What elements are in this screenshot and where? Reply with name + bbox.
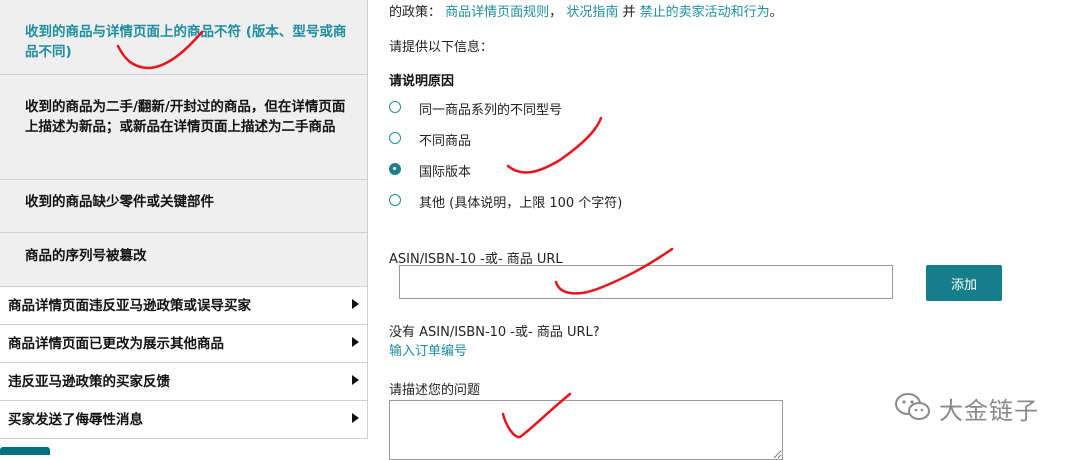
check-mark-annotation [506, 116, 603, 174]
triangle-right-icon [352, 299, 359, 309]
issue-item-mismatch[interactable]: 收到的商品与详情页面上的商品不符 (版本、型号或商品不同) [0, 0, 368, 75]
no-asin-text: 没有 ASIN/ISBN-10 -或- 商品 URL? [389, 325, 600, 340]
issue-item-used-as-new[interactable]: 收到的商品为二手/翻新/开封过的商品，但在详情页面上描述为新品；或新品在详情页面… [0, 75, 368, 180]
wechat-icon [895, 393, 930, 420]
triangle-right-icon [352, 413, 359, 423]
radio-icon[interactable] [389, 101, 401, 113]
reason-heading: 请说明原因 [389, 74, 455, 89]
asin-input[interactable] [399, 265, 893, 299]
describe-issue-label: 请描述您的问题 [389, 383, 481, 398]
triangle-right-icon [352, 375, 359, 385]
radio-label: 国际版本 [419, 165, 472, 180]
radio-icon[interactable] [389, 194, 401, 206]
detail-page-rules-link[interactable]: 商品详情页面规则 [445, 5, 549, 20]
category-item-page-changed[interactable]: 商品详情页面已更改为展示其他商品 [0, 325, 368, 363]
radio-icon[interactable] [389, 132, 401, 144]
prohibited-activities-link[interactable]: 禁止的卖家活动和行为 [640, 5, 770, 20]
enter-order-number-link[interactable]: 输入订单编号 [389, 340, 467, 359]
watermark-text: 大金链子 [939, 397, 1039, 425]
issue-item-serial-tampered[interactable]: 商品的序列号被篡改 [0, 233, 368, 287]
radio-checked-icon[interactable] [389, 163, 401, 175]
policy-separator: ， [549, 5, 563, 20]
policy-line: 的政策： 商品详情页面规则， 状况指南 并 禁止的卖家活动和行为。 [389, 1, 783, 20]
category-item-label: 商品详情页面违反亚马逊政策或误导买家 [8, 298, 251, 314]
issue-item-label: 收到的商品与详情页面上的商品不符 (版本、型号或商品不同) [25, 24, 347, 60]
category-item-abusive-message[interactable]: 买家发送了侮辱性消息 [0, 401, 368, 439]
issue-item-missing-parts[interactable]: 收到的商品缺少零件或关键部件 [0, 180, 368, 233]
issue-item-label: 收到的商品缺少零件或关键部件 [25, 194, 214, 210]
category-item-buyer-feedback[interactable]: 违反亚马逊政策的买家反馈 [0, 363, 368, 401]
triangle-right-icon [352, 337, 359, 347]
describe-issue-textarea[interactable] [389, 400, 783, 460]
left-panel: 收到的商品与详情页面上的商品不符 (版本、型号或商品不同) 收到的商品为二手/翻… [0, 0, 369, 455]
radio-label: 其他 (具体说明，上限 100 个字符) [419, 196, 623, 211]
issue-item-label: 收到的商品为二手/翻新/开封过的商品，但在详情页面上描述为新品；或新品在详情页面… [25, 99, 346, 135]
policy-and: 并 [618, 5, 640, 20]
category-item-label: 商品详情页面已更改为展示其他商品 [8, 336, 224, 352]
category-item-policy-violation[interactable]: 商品详情页面违反亚马逊政策或误导买家 [0, 287, 368, 325]
provide-info-text: 请提供以下信息： [389, 40, 494, 55]
policy-prefix: 的政策： [389, 5, 442, 20]
category-item-label: 买家发送了侮辱性消息 [8, 412, 143, 428]
condition-guidelines-link[interactable]: 状况指南 [566, 5, 618, 20]
radio-label: 同一商品系列的不同型号 [419, 103, 563, 118]
category-item-label: 违反亚马逊政策的买家反馈 [8, 374, 170, 390]
policy-end: 。 [769, 5, 783, 20]
add-button[interactable]: 添加 [926, 265, 1002, 301]
radio-label: 不同商品 [419, 134, 472, 149]
issue-item-label: 商品的序列号被篡改 [25, 248, 147, 264]
bottom-button-partial[interactable] [0, 447, 50, 455]
